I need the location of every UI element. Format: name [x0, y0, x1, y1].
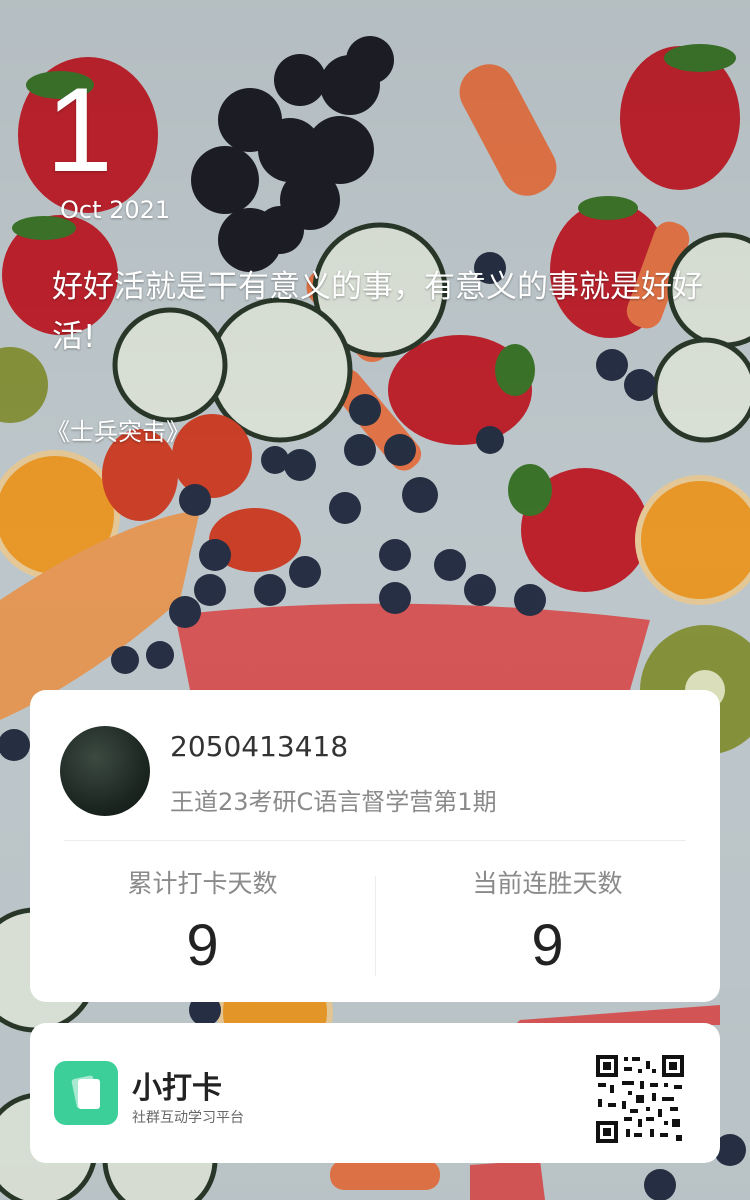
streak-days-stat: 当前连胜天数 9: [375, 864, 720, 979]
quote-source: 《士兵突击》: [46, 418, 190, 446]
streak-days-value: 9: [531, 913, 564, 978]
avatar[interactable]: [60, 726, 150, 816]
streak-days-label: 当前连胜天数: [472, 869, 623, 898]
total-days-label: 累计打卡天数: [127, 869, 278, 898]
qr-code-icon: [596, 1055, 684, 1143]
app-logo-icon: [54, 1061, 118, 1125]
checkin-stats-card: 2050413418 王道23考研C语言督学营第1期 累计打卡天数 9 当前连胜…: [30, 690, 720, 1002]
group-name[interactable]: 王道23考研C语言督学营第1期: [170, 782, 497, 817]
user-id: 2050413418: [170, 730, 349, 763]
daily-quote: 好好活就是干有意义的事，有意义的事就是好好活!: [52, 269, 703, 355]
total-days-stat: 累计打卡天数 9: [30, 864, 375, 979]
app-name: 小打卡: [132, 1071, 222, 1106]
date-month-year: Oct 2021: [60, 196, 171, 224]
divider: [64, 840, 686, 841]
date-day: 1: [46, 63, 113, 197]
total-days-value: 9: [186, 913, 219, 978]
app-promo-card: 小打卡 社群互动学习平台: [30, 1023, 720, 1163]
app-tagline: 社群互动学习平台: [132, 1110, 244, 1126]
